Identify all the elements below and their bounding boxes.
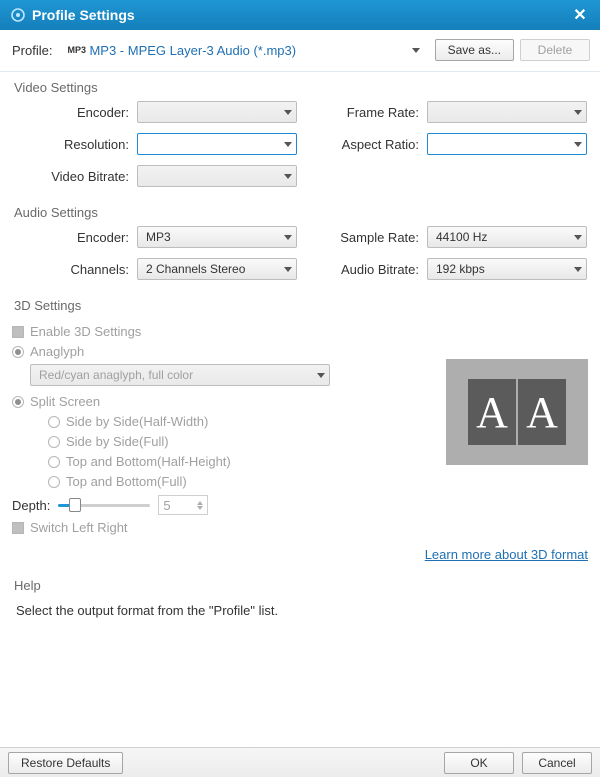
delete-button-label: Delete	[538, 43, 573, 57]
radio-icon	[48, 436, 60, 448]
profile-row: Profile: MP3 MP3 - MPEG Layer-3 Audio (*…	[0, 30, 600, 72]
enable-3d-label: Enable 3D Settings	[30, 324, 141, 339]
resolution-label: Resolution:	[12, 137, 137, 152]
chevron-down-icon	[574, 267, 582, 272]
depth-value: 5	[163, 498, 170, 513]
checkbox-icon	[12, 522, 24, 534]
3d-settings-legend: 3D Settings	[14, 298, 81, 313]
video-encoder-label: Encoder:	[12, 105, 137, 120]
audio-encoder-combo[interactable]: MP3	[137, 226, 297, 248]
aspect-ratio-label: Aspect Ratio:	[297, 137, 427, 152]
channels-combo[interactable]: 2 Channels Stereo	[137, 258, 297, 280]
aspect-ratio-combo[interactable]	[427, 133, 587, 155]
sample-rate-combo[interactable]: 44100 Hz	[427, 226, 587, 248]
chevron-down-icon	[284, 110, 292, 115]
anaglyph-type-combo: Red/cyan anaglyph, full color	[30, 364, 330, 386]
3d-preview-left: A	[468, 379, 516, 445]
title-text: Profile Settings	[32, 7, 570, 23]
anaglyph-type-value: Red/cyan anaglyph, full color	[39, 368, 313, 382]
tb-full-radio: Top and Bottom(Full)	[48, 474, 588, 489]
app-gear-icon	[10, 7, 26, 23]
sbs-full-label: Side by Side(Full)	[66, 434, 169, 449]
video-encoder-combo[interactable]	[137, 101, 297, 123]
profile-label: Profile:	[12, 43, 52, 58]
help-text: Select the output format from the "Profi…	[16, 603, 584, 618]
chevron-down-icon	[284, 235, 292, 240]
chevron-down-icon	[574, 110, 582, 115]
slider-thumb-icon[interactable]	[69, 498, 81, 512]
close-icon[interactable]: ✕	[570, 5, 590, 25]
chevron-down-icon	[284, 267, 292, 272]
tb-full-label: Top and Bottom(Full)	[66, 474, 187, 489]
resolution-combo[interactable]	[137, 133, 297, 155]
depth-label: Depth:	[12, 498, 50, 513]
depth-slider[interactable]	[58, 499, 150, 511]
audio-settings-legend: Audio Settings	[14, 205, 98, 220]
cancel-button-label: Cancel	[538, 756, 575, 770]
audio-bitrate-combo[interactable]: 192 kbps	[427, 258, 587, 280]
sample-rate-value: 44100 Hz	[436, 230, 570, 244]
video-settings-section: Video Settings Encoder: Frame Rate: Reso…	[12, 80, 588, 187]
learn-more-3d-link[interactable]: Learn more about 3D format	[425, 547, 588, 562]
profile-combo[interactable]: MP3 MP3 - MPEG Layer-3 Audio (*.mp3)	[60, 39, 428, 61]
title-bar: Profile Settings ✕	[0, 0, 600, 30]
cancel-button[interactable]: Cancel	[522, 752, 592, 774]
restore-defaults-label: Restore Defaults	[21, 756, 110, 770]
3d-preview: A A	[446, 359, 588, 465]
3d-preview-right: A	[518, 379, 566, 445]
switch-left-right-label: Switch Left Right	[30, 520, 128, 535]
chevron-down-icon	[317, 373, 325, 378]
footer: Restore Defaults OK Cancel	[0, 747, 600, 777]
audio-bitrate-value: 192 kbps	[436, 262, 570, 276]
audio-bitrate-label: Audio Bitrate:	[297, 262, 427, 277]
audio-encoder-label: Encoder:	[12, 230, 137, 245]
video-bitrate-combo[interactable]	[137, 165, 297, 187]
help-section: Help Select the output format from the "…	[12, 578, 588, 618]
delete-button: Delete	[520, 39, 590, 61]
video-settings-legend: Video Settings	[14, 80, 98, 95]
chevron-down-icon	[284, 174, 292, 179]
switch-left-right-checkbox: Switch Left Right	[12, 520, 588, 535]
video-bitrate-label: Video Bitrate:	[12, 169, 137, 184]
ok-button-label: OK	[470, 756, 487, 770]
radio-icon	[48, 416, 60, 428]
spinbox-arrows	[197, 501, 203, 510]
checkbox-icon	[12, 326, 24, 338]
frame-rate-combo[interactable]	[427, 101, 587, 123]
channels-value: 2 Channels Stereo	[146, 262, 280, 276]
anaglyph-label: Anaglyph	[30, 344, 84, 359]
radio-icon	[12, 346, 24, 358]
mp3-file-icon: MP3	[67, 45, 83, 55]
tb-half-height-label: Top and Bottom(Half-Height)	[66, 454, 231, 469]
save-as-button-label: Save as...	[448, 43, 501, 57]
radio-icon	[48, 456, 60, 468]
radio-icon	[12, 396, 24, 408]
chevron-down-icon	[574, 235, 582, 240]
depth-spinbox: 5	[158, 495, 208, 515]
sbs-half-width-label: Side by Side(Half-Width)	[66, 414, 208, 429]
restore-defaults-button[interactable]: Restore Defaults	[8, 752, 123, 774]
radio-icon	[48, 476, 60, 488]
enable-3d-checkbox[interactable]: Enable 3D Settings	[12, 324, 588, 339]
save-as-button[interactable]: Save as...	[435, 39, 514, 61]
chevron-down-icon	[574, 142, 582, 147]
ok-button[interactable]: OK	[444, 752, 514, 774]
chevron-up-icon	[197, 501, 203, 505]
chevron-down-icon	[197, 506, 203, 510]
frame-rate-label: Frame Rate:	[297, 105, 427, 120]
profile-combo-value: MP3 - MPEG Layer-3 Audio (*.mp3)	[89, 43, 407, 58]
help-legend: Help	[14, 578, 41, 593]
sample-rate-label: Sample Rate:	[297, 230, 427, 245]
audio-settings-section: Audio Settings Encoder: MP3 Sample Rate:…	[12, 205, 588, 280]
chevron-down-icon	[284, 142, 292, 147]
split-screen-label: Split Screen	[30, 394, 100, 409]
audio-encoder-value: MP3	[146, 230, 280, 244]
anaglyph-radio: Anaglyph	[12, 344, 588, 359]
chevron-down-icon	[412, 48, 420, 53]
3d-settings-section: 3D Settings Enable 3D Settings Anaglyph …	[12, 298, 588, 560]
channels-label: Channels:	[12, 262, 137, 277]
